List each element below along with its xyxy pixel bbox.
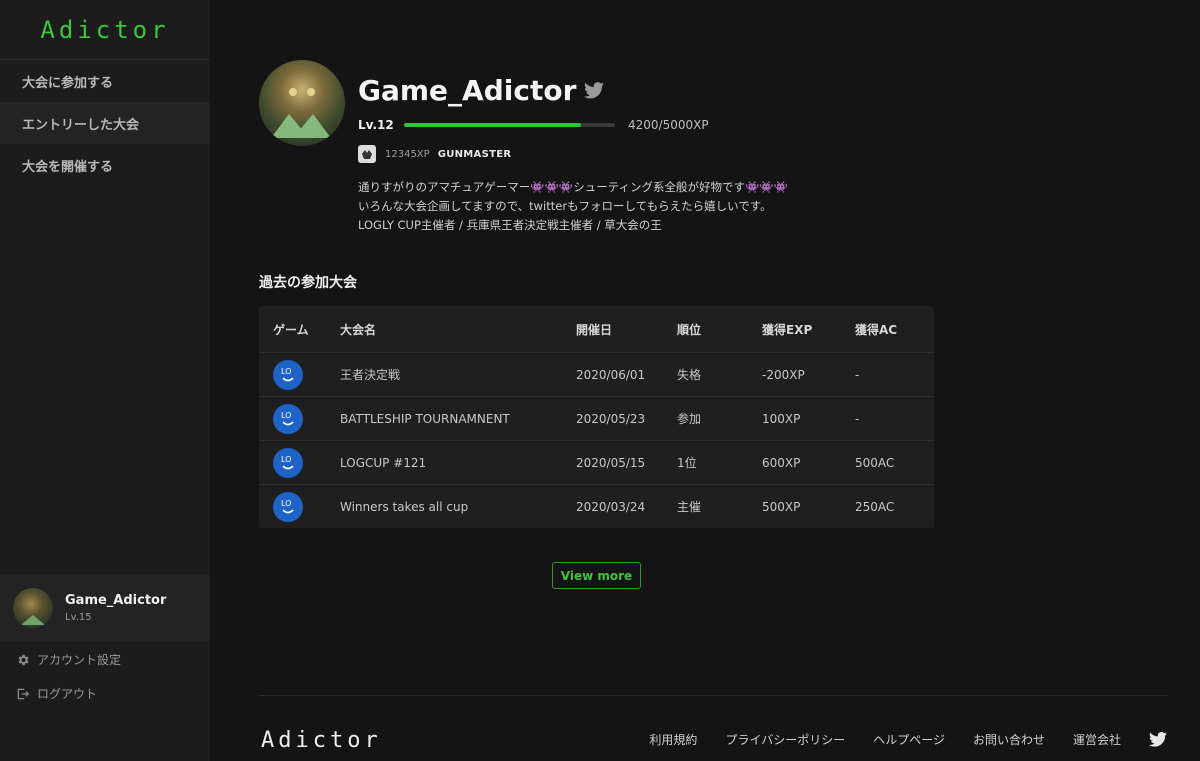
level-row: Lv.12 4200/5000XP	[358, 118, 718, 132]
view-more-button[interactable]: View more	[552, 562, 641, 589]
gear-icon	[18, 654, 29, 665]
footer-link-help[interactable]: ヘルプページ	[873, 731, 945, 748]
tournament-name: 王者決定戦	[340, 368, 401, 382]
game-logo-icon: LO	[273, 403, 303, 434]
tournament-rank: 参加	[677, 412, 702, 426]
tournament-exp: 100XP	[762, 411, 801, 426]
svg-text:LO: LO	[281, 411, 291, 420]
tournament-date: 2020/05/23	[576, 411, 646, 426]
sidebar-item-entered-tournaments[interactable]: エントリーした大会	[0, 102, 210, 144]
tournament-rank: 主催	[677, 500, 702, 514]
xp-progress-bar	[404, 123, 615, 127]
avatar	[13, 588, 53, 628]
column-header-ac: 獲得AC	[855, 322, 898, 337]
game-logo-icon: LO	[273, 491, 303, 522]
footer-links: 利用規約 プライバシーポリシー ヘルプページ お問い合わせ 運営会社	[621, 731, 1167, 748]
column-header-exp: 獲得EXP	[762, 322, 813, 337]
table-row[interactable]: LO Winners takes all cup 2020/03/24 主催 5…	[259, 484, 934, 528]
account-settings-label: アカウント設定	[37, 653, 122, 667]
sidebar-logo-area: Adictor	[0, 0, 210, 60]
profile-username-row: Game_Adictor	[358, 74, 605, 107]
sidebar-user-level: Lv.15	[65, 612, 92, 623]
bio-line: いろんな大会企画してますので、twitterもフォローしてもらえたら嬉しいです。	[358, 199, 772, 213]
bio-line: 通りすがりのアマチュアゲーマー👾👾👾シューティング系全般が好物です👾👾👾	[358, 180, 788, 194]
tournament-date: 2020/06/01	[576, 367, 646, 382]
sidebar-user-name: Game_Adictor	[65, 593, 167, 608]
profile-level: Lv.12	[358, 118, 394, 132]
tournament-ac: -	[855, 367, 860, 382]
xp-text: 4200/5000XP	[628, 118, 709, 132]
tournament-history-table: ゲーム 大会名 開催日 順位 獲得EXP 獲得AC LO 王者決定戦 2020/…	[259, 306, 934, 528]
sidebar-item-host-tournament[interactable]: 大会を開催する	[0, 144, 210, 186]
bio-line: LOGLY CUP主催者 / 兵庫県王者決定戦主催者 / 草大会の王	[358, 218, 662, 232]
tournament-date: 2020/03/24	[576, 499, 646, 514]
game-cell: LO	[259, 403, 340, 434]
tournament-ac: -	[855, 411, 860, 426]
game-cell: LO	[259, 491, 340, 522]
column-header-rank: 順位	[677, 322, 702, 337]
game-cell: LO	[259, 359, 340, 390]
avatar-detail	[289, 88, 297, 96]
avatar-detail	[271, 114, 331, 138]
footer-link-terms[interactable]: 利用規約	[649, 731, 697, 748]
svg-text:LO: LO	[281, 367, 291, 376]
sidebar-nav: 大会に参加する エントリーした大会 大会を開催する	[0, 60, 210, 186]
footer-twitter-link[interactable]	[1149, 732, 1167, 747]
tournament-exp: 500XP	[762, 499, 801, 514]
sidebar-user-info: Game_Adictor Lv.15	[65, 593, 166, 623]
tournament-name: BATTLESHIP TOURNAMNENT	[340, 411, 510, 426]
svg-text:LO: LO	[281, 455, 291, 464]
tournament-name: Winners takes all cup	[340, 499, 469, 514]
logout-link[interactable]: ログアウト	[16, 685, 97, 702]
table-row[interactable]: LO LOGCUP #121 2020/05/15 1位 600XP 500AC	[259, 440, 934, 484]
app-logo[interactable]: Adictor	[40, 16, 169, 44]
account-settings-link[interactable]: アカウント設定	[16, 651, 121, 668]
logout-label: ログアウト	[37, 687, 98, 701]
tournament-exp: -200XP	[762, 367, 805, 382]
column-header-name: 大会名	[340, 322, 377, 337]
sidebar-user-card[interactable]: Game_Adictor Lv.15	[0, 575, 210, 641]
tournament-ac: 250AC	[855, 499, 895, 514]
profile-username: Game_Adictor	[358, 74, 577, 107]
sidebar-item-label: エントリーした大会	[22, 117, 140, 133]
column-header-date: 開催日	[576, 322, 613, 337]
tournament-name: LOGCUP #121	[340, 455, 427, 470]
twitter-icon[interactable]	[584, 82, 605, 99]
footer-link-privacy[interactable]: プライバシーポリシー	[725, 731, 845, 748]
badge-icon	[358, 145, 376, 163]
footer-link-company[interactable]: 運営会社	[1073, 731, 1121, 748]
game-logo-icon: LO	[273, 359, 303, 390]
game-logo-icon: LO	[273, 447, 303, 478]
badge-xp: 12345XP	[385, 148, 430, 160]
footer-divider	[259, 695, 1168, 696]
history-section-title: 過去の参加大会	[259, 275, 357, 291]
game-cell: LO	[259, 447, 340, 478]
profile-bio: 通りすがりのアマチュアゲーマー👾👾👾シューティング系全般が好物です👾👾👾 いろん…	[358, 178, 838, 235]
tournament-ac: 500AC	[855, 455, 895, 470]
svg-text:LO: LO	[281, 499, 291, 508]
xp-progress-fill	[404, 123, 582, 127]
table-row[interactable]: LO 王者決定戦 2020/06/01 失格 -200XP -	[259, 352, 934, 396]
sidebar: Adictor 大会に参加する エントリーした大会 大会を開催する Game_A…	[0, 0, 211, 761]
sidebar-item-join-tournament[interactable]: 大会に参加する	[0, 60, 210, 102]
twitter-icon	[1149, 732, 1167, 747]
sidebar-item-label: 大会に参加する	[22, 75, 114, 91]
profile-avatar	[259, 60, 345, 146]
column-header-game: ゲーム	[273, 322, 309, 337]
avatar-detail	[307, 88, 315, 96]
tournament-rank: 1位	[677, 456, 697, 470]
tournament-rank: 失格	[677, 368, 702, 382]
badge-title: GUNMASTER	[437, 148, 512, 160]
badge-row: 12345XP GUNMASTER	[358, 145, 511, 163]
footer-link-contact[interactable]: お問い合わせ	[973, 731, 1045, 748]
tournament-date: 2020/05/15	[576, 455, 646, 470]
logout-icon	[17, 688, 30, 699]
footer-logo[interactable]: Adictor	[261, 728, 382, 753]
tournament-exp: 600XP	[762, 455, 801, 470]
table-row[interactable]: LO BATTLESHIP TOURNAMNENT 2020/05/23 参加 …	[259, 396, 934, 440]
table-header-row: ゲーム 大会名 開催日 順位 獲得EXP 獲得AC	[259, 306, 934, 352]
main-content: Game_Adictor Lv.12 4200/5000XP 12345XP G…	[211, 0, 1200, 761]
sidebar-item-label: 大会を開催する	[22, 159, 114, 175]
